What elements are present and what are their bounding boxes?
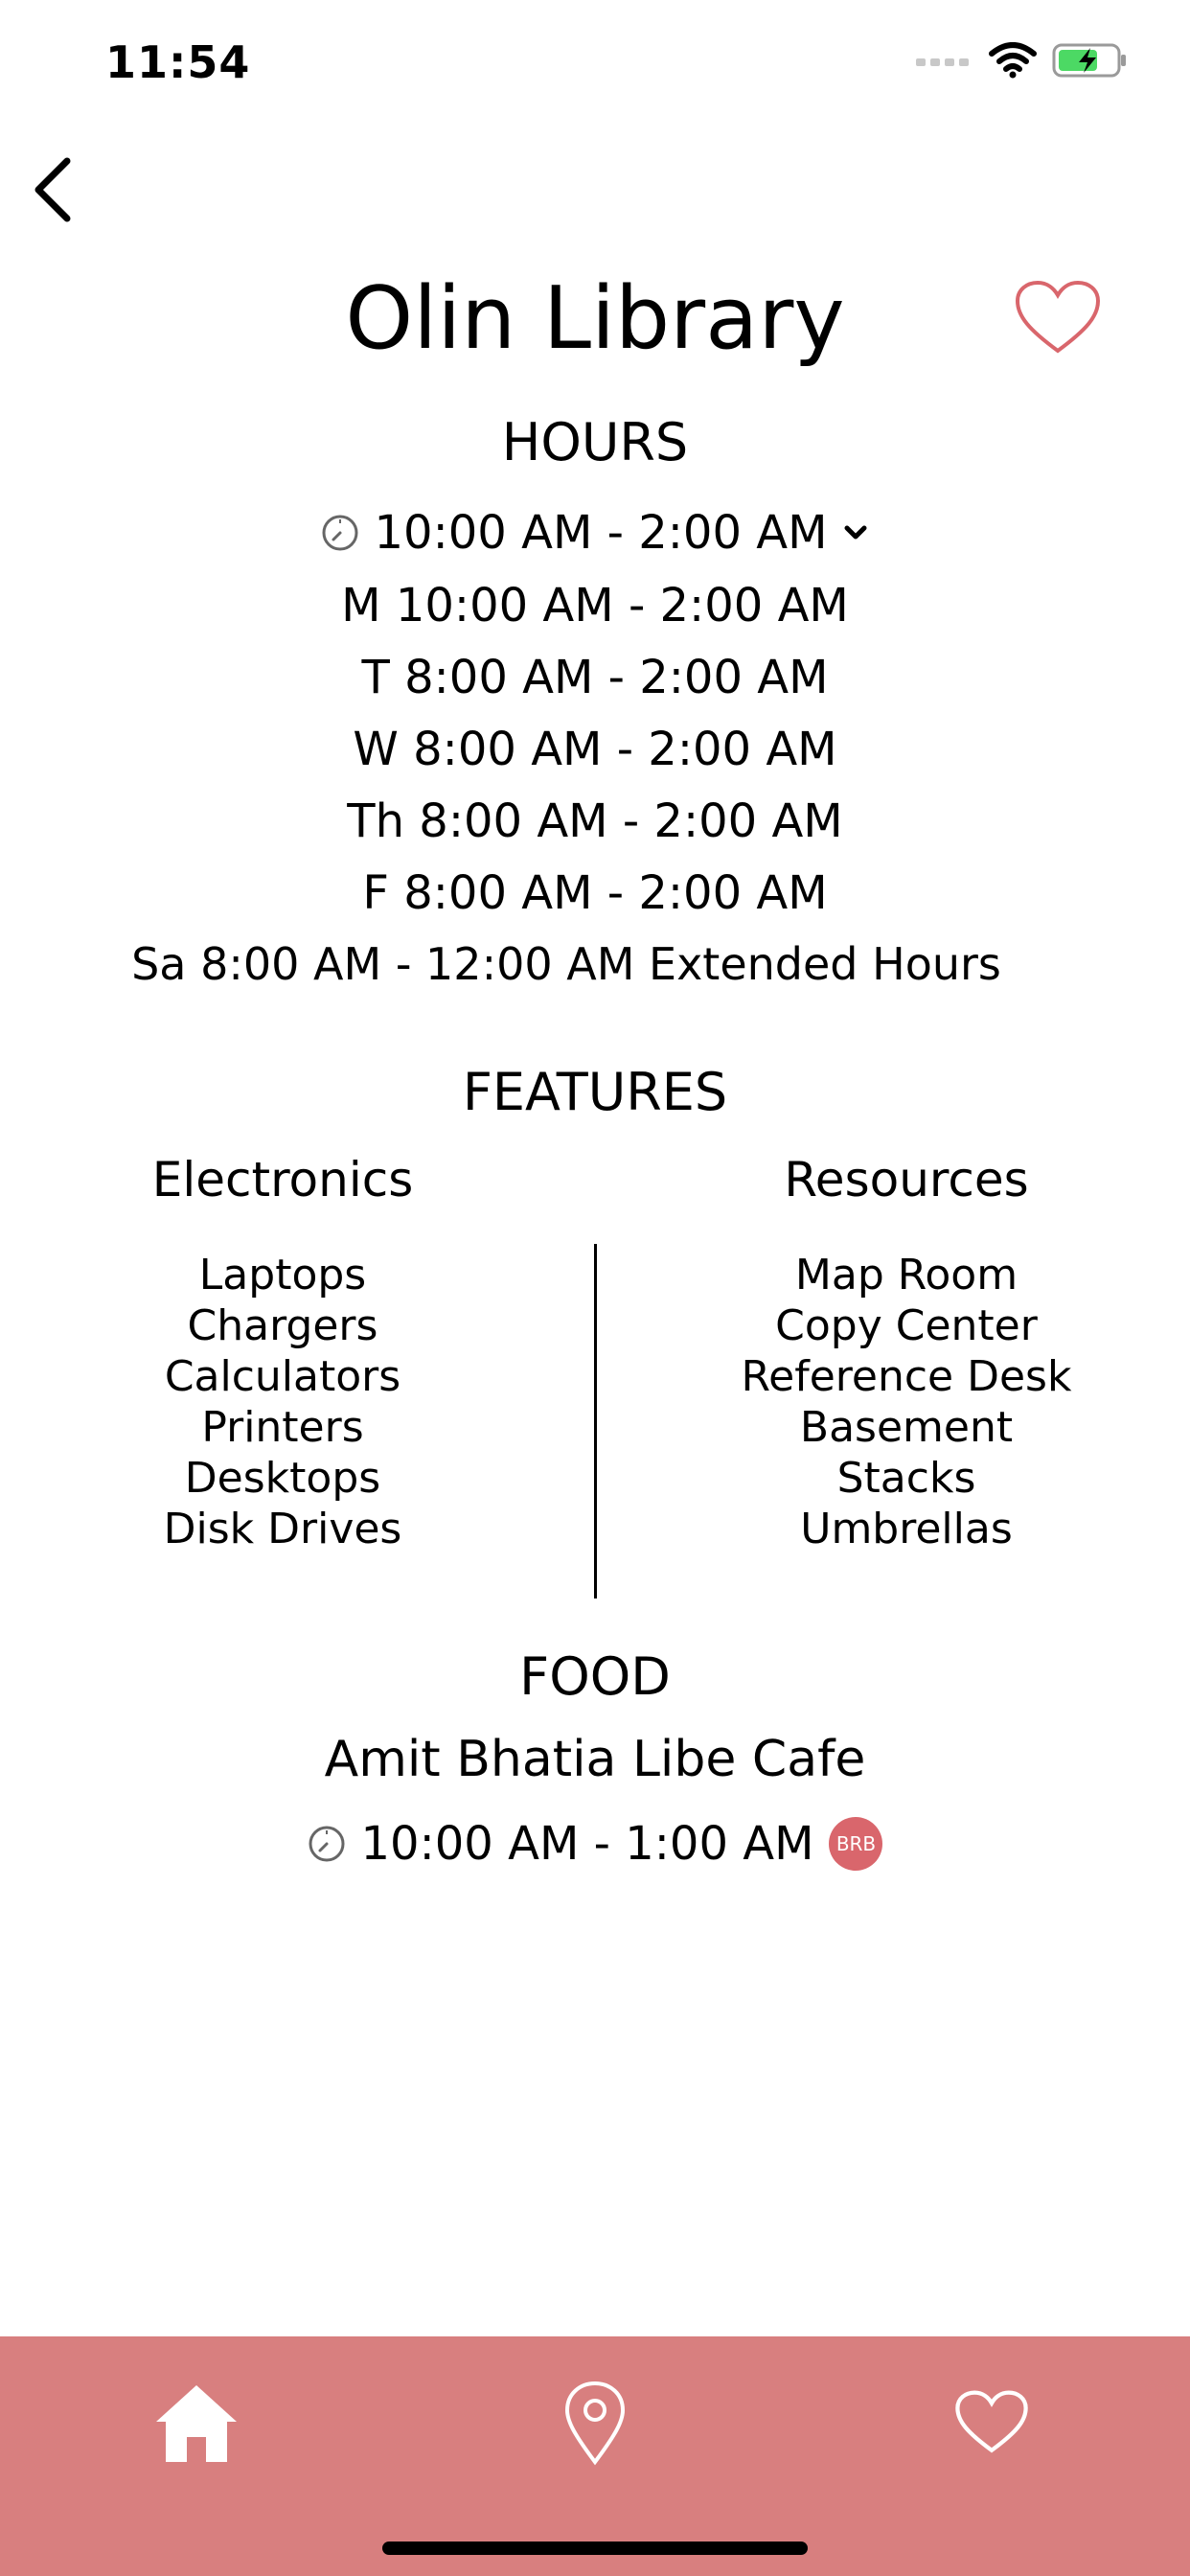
- heart-icon: [955, 2390, 1028, 2453]
- hours-row-friday: F 8:00 AM - 2:00 AM: [362, 866, 828, 920]
- list-item: Stacks: [836, 1454, 976, 1503]
- hours-row-tuesday: T 8:00 AM - 2:00 AM: [361, 651, 829, 704]
- signal-icon: [916, 58, 969, 66]
- resources-list: Map Room Copy Center Reference Desk Base…: [638, 1250, 1175, 1554]
- favorite-button[interactable]: [1014, 280, 1102, 356]
- list-item: Map Room: [794, 1251, 1018, 1300]
- brb-badge: BRB: [829, 1817, 883, 1871]
- list-item: Umbrellas: [800, 1505, 1013, 1553]
- map-pin-icon: [564, 2380, 626, 2466]
- list-item: Chargers: [187, 1301, 378, 1350]
- list-item: Reference Desk: [741, 1352, 1072, 1401]
- resources-title: Resources: [784, 1152, 1029, 1208]
- clock-icon: [309, 1826, 345, 1862]
- heart-outline-icon: [1015, 280, 1101, 354]
- status-icons: [916, 42, 1129, 79]
- column-divider: [594, 1244, 597, 1598]
- home-indicator: [382, 2542, 808, 2555]
- food-heading: FOOD: [519, 1646, 671, 1707]
- status-time: 11:54: [105, 36, 251, 88]
- current-hours-toggle[interactable]: 10:00 AM - 2:00 AM: [0, 506, 1190, 560]
- tab-home[interactable]: [144, 2375, 249, 2471]
- list-item: Desktops: [184, 1454, 381, 1503]
- hours-row-thursday: Th 8:00 AM - 2:00 AM: [347, 794, 843, 848]
- resources-column: Resources Map Room Copy Center Reference…: [638, 1152, 1175, 1554]
- list-item: Printers: [201, 1403, 364, 1452]
- list-item: Basement: [799, 1403, 1014, 1452]
- list-item: Disk Drives: [163, 1505, 402, 1553]
- chevron-down-icon: [844, 525, 867, 540]
- home-icon: [156, 2385, 237, 2462]
- wifi-icon: [989, 42, 1037, 79]
- page-title: Olin Library: [345, 268, 845, 369]
- tab-favorites[interactable]: [939, 2375, 1044, 2471]
- features-heading: FEATURES: [462, 1062, 728, 1122]
- electronics-list: Laptops Chargers Calculators Printers De…: [14, 1250, 551, 1554]
- hours-heading: HOURS: [501, 412, 689, 472]
- back-button[interactable]: [29, 151, 86, 228]
- tab-map[interactable]: [542, 2375, 648, 2471]
- clock-icon: [322, 515, 358, 551]
- list-item: Copy Center: [775, 1301, 1038, 1350]
- list-item: Calculators: [164, 1352, 401, 1401]
- cafe-hours-text: 10:00 AM - 1:00 AM: [360, 1817, 814, 1871]
- tab-bar: [0, 2336, 1190, 2576]
- current-hours-text: 10:00 AM - 2:00 AM: [374, 506, 828, 560]
- list-item: Laptops: [198, 1251, 367, 1300]
- back-arrow-icon: [34, 157, 71, 222]
- electronics-column: Electronics Laptops Chargers Calculators…: [14, 1152, 551, 1554]
- battery-charging-icon: [1052, 43, 1126, 78]
- cafe-hours-row: 10:00 AM - 1:00 AM BRB: [0, 1817, 1190, 1871]
- hours-row-saturday: Sa 8:00 AM - 12:00 AM Extended Hours: [131, 938, 1001, 990]
- cafe-name: Amit Bhatia Libe Cafe: [324, 1731, 866, 1788]
- hours-row-wednesday: W 8:00 AM - 2:00 AM: [353, 723, 837, 776]
- electronics-title: Electronics: [151, 1152, 414, 1208]
- hours-row-monday: M 10:00 AM - 2:00 AM: [341, 579, 849, 632]
